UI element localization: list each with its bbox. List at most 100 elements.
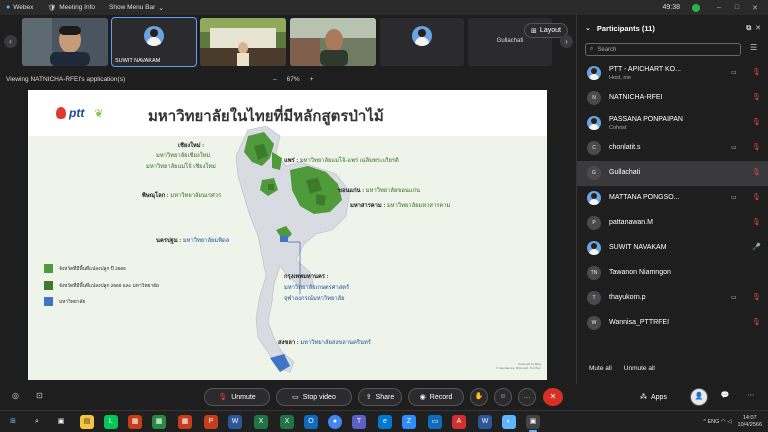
participant-row[interactable]: W Wannisa_PTTRFEI 🎙 (577, 311, 768, 336)
search-icon: ⌕ (590, 46, 594, 52)
participant-search-input[interactable]: ⌕ Search (585, 43, 741, 56)
app-icon[interactable]: ▦ (128, 415, 142, 429)
participants-toggle-icon[interactable]: 👤 (690, 388, 708, 406)
file-explorer-icon[interactable]: ▤ (80, 415, 94, 429)
video-tile[interactable] (200, 18, 286, 66)
popout-icon[interactable]: ⧉ (746, 25, 751, 32)
wifi-icon[interactable]: ◠ (721, 419, 726, 425)
lang-indicator[interactable]: ENG (708, 419, 720, 425)
title-bar: ● Webex 🛡 Meeting Info Show Menu Bar ⌄ 49:3… (0, 0, 768, 15)
word-icon[interactable]: W (478, 415, 492, 429)
chrome-icon[interactable]: ● (328, 415, 342, 429)
label-mahasarakham: มหาสารคาม : มหาวิทยาลัยมหาสารคาม (350, 203, 451, 209)
status-icon[interactable]: ◎ (12, 391, 19, 400)
mic-muted-icon[interactable]: 🎙 (752, 93, 761, 101)
participant-row[interactable]: N NATNICHA-RFEI 🎙 (577, 86, 768, 111)
apps-button[interactable]: ⁂ Apps (640, 388, 667, 406)
meeting-info-button[interactable]: 🛡 Meeting Info (47, 4, 95, 12)
participant-row[interactable]: G Gullachati 🎙 (577, 161, 768, 186)
participant-video (200, 18, 286, 66)
collapse-chevron-icon[interactable]: ⌄ (585, 24, 591, 32)
layout-icon[interactable]: ⊡ (36, 391, 43, 400)
minimize-icon[interactable]: – (710, 4, 728, 11)
app-icon[interactable]: ▭ (428, 415, 442, 429)
more-options-icon[interactable]: ☰ (750, 43, 757, 52)
participant-row[interactable]: Ppattanawan.M 🎙 (577, 211, 768, 236)
video-tile[interactable] (380, 18, 464, 66)
mic-muted-icon[interactable]: 🎙 (752, 118, 761, 126)
strip-next-button[interactable]: › (560, 35, 573, 48)
line-app-icon[interactable]: L (104, 415, 118, 429)
mute-all-button[interactable]: Mute all (589, 365, 612, 372)
volume-icon[interactable]: ◁ (727, 419, 731, 425)
tray-chevron-icon[interactable]: ^ (703, 419, 706, 425)
avatar: C (587, 141, 601, 155)
webex-app-icon[interactable]: ◐ (502, 415, 516, 429)
word-icon[interactable]: W (228, 415, 242, 429)
excel-icon[interactable]: X (254, 415, 268, 429)
panel-footer: Mute all Unmute all (577, 361, 768, 375)
mic-muted-icon[interactable]: 🎙 (752, 193, 761, 201)
mic-muted-icon[interactable]: 🎙 (752, 318, 761, 326)
participant-name: Wannisa_PTTRFEI (609, 319, 670, 326)
leave-meeting-button[interactable]: ✕ (543, 388, 563, 406)
start-icon[interactable]: ⊞ (6, 415, 20, 429)
label-phrae: แพร่ : มหาวิทยาลัยแม่โจ้-แพร่ เฉลิมพระเก… (284, 158, 399, 164)
teams-icon[interactable]: T (352, 415, 366, 429)
participant-row[interactable]: Cchonlatit.s ▭ 🎙 (577, 136, 768, 161)
legend-item: มหาวิทยาลัย (44, 297, 85, 306)
mic-on-icon[interactable]: 🎤 (752, 243, 761, 251)
participant-row[interactable]: TN Tawanon Niamngon (577, 261, 768, 286)
maximize-icon[interactable]: □ (728, 4, 746, 11)
zoom-in-button[interactable]: + (310, 76, 314, 83)
video-tile[interactable] (290, 18, 376, 66)
more-icon[interactable]: … (518, 388, 536, 406)
video-tile-suwit[interactable]: SUWIT NAVAKAM (111, 17, 197, 67)
close-icon[interactable]: ✕ (746, 4, 764, 12)
mic-muted-icon[interactable]: 🎙 (752, 293, 761, 301)
reactions-icon[interactable]: ☺ (494, 388, 512, 406)
label-chiangmai-uni1: มหาวิทยาลัยเชียงใหม่ (156, 153, 211, 159)
more-panels-icon[interactable]: ⋯ (742, 388, 760, 406)
avatar (587, 66, 601, 80)
video-tile[interactable] (22, 18, 108, 66)
participant-name: Gullachati (609, 169, 641, 176)
participant-role: Host, me (609, 75, 632, 81)
unmute-button[interactable]: 🎙 Unmute (204, 388, 270, 406)
show-menu-bar-button[interactable]: Show Menu Bar ⌄ (109, 4, 167, 12)
mic-muted-icon[interactable]: 🎙 (752, 218, 761, 226)
app-icon[interactable]: ▦ (178, 415, 192, 429)
participant-row[interactable]: MATTANA PONGSO... ▭ 🎙 (577, 186, 768, 211)
stop-video-button[interactable]: ▭ Stop video (276, 388, 352, 406)
participant-row[interactable]: SUWIT NAVAKAM 🎤 (577, 236, 768, 261)
taskbar-clock[interactable]: 14:07 10/4/2566 (738, 415, 762, 429)
participant-row[interactable]: Tthayukorn.p ▭ 🎙 (577, 286, 768, 311)
unmute-all-button[interactable]: Unmute all (624, 365, 655, 372)
participant-row[interactable]: PASSANA PONPAIPAN Cohost 🎙 (577, 111, 768, 136)
powerpoint-icon[interactable]: P (204, 415, 218, 429)
acrobat-icon[interactable]: A (452, 415, 466, 429)
panel-close-icon[interactable]: ✕ (755, 25, 761, 32)
zoom-level[interactable]: 67% (287, 76, 300, 83)
webex-meeting-icon[interactable]: ▣ (526, 415, 540, 432)
zoom-app-icon[interactable]: Z (402, 415, 416, 429)
zoom-out-button[interactable]: – (273, 76, 277, 83)
camera-icon: ▭ (731, 195, 737, 201)
participant-row[interactable]: PTT - APICHART KO... Host, me ▭ 🎙 (577, 61, 768, 86)
taskbar-search-icon[interactable]: ⌕ (30, 415, 44, 429)
label-chiangmai-uni2: มหาวิทยาลัยแม่โจ้ เชียงใหม่ (146, 164, 216, 170)
share-button[interactable]: ⇪ Share (358, 388, 402, 406)
edge-icon[interactable]: e (378, 415, 392, 429)
app-icon[interactable]: ▦ (152, 415, 166, 429)
raise-hand-icon[interactable]: ✋ (470, 388, 488, 406)
webex-menu[interactable]: ● Webex (6, 4, 33, 11)
record-button[interactable]: ◉ Record (408, 388, 464, 406)
task-view-icon[interactable]: ▣ (54, 415, 68, 429)
strip-prev-button[interactable]: ‹ (4, 35, 17, 48)
outlook-icon[interactable]: O (304, 415, 318, 429)
mic-muted-icon[interactable]: 🎙 (752, 143, 761, 151)
excel-icon[interactable]: X (280, 415, 294, 429)
mic-muted-icon[interactable]: 🎙 (752, 68, 761, 76)
chat-icon[interactable]: 💬 (716, 388, 734, 406)
mic-muted-icon[interactable]: 🎙 (752, 168, 761, 176)
